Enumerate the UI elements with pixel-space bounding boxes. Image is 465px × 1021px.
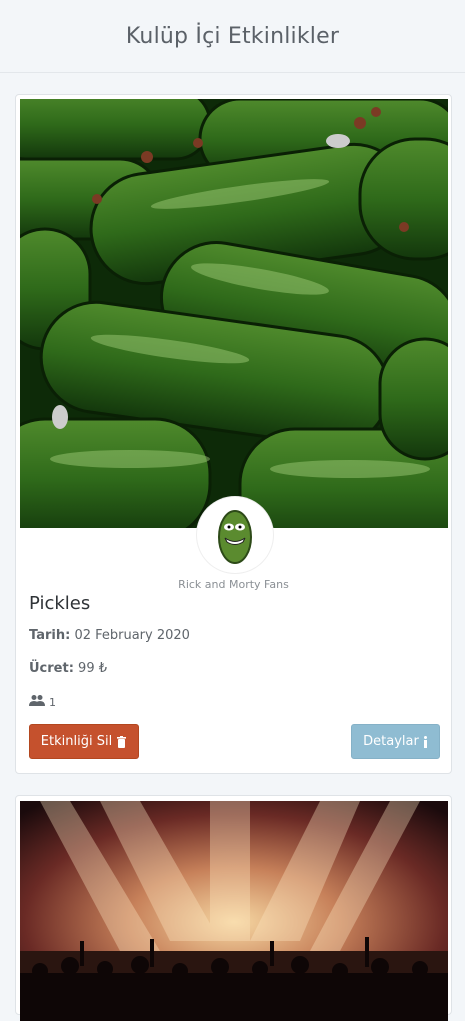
event-photo [20, 99, 448, 528]
info-icon [423, 735, 427, 748]
participant-count: 1 [49, 695, 56, 709]
event-photo [20, 801, 448, 1021]
details-button[interactable]: Detaylar [351, 724, 440, 759]
fee-label: Ücret: [29, 661, 74, 676]
event-card: Rick and Morty Fans Pickles Tarih: 02 Fe… [15, 94, 452, 774]
page-title: Kulüp İçi Etkinlikler [125, 23, 340, 49]
event-fee: Ücret: 99 ₺ [29, 661, 107, 676]
details-label: Detaylar [363, 734, 419, 749]
delete-event-button[interactable]: Etkinliği Sil [29, 724, 139, 759]
delete-label: Etkinliği Sil [40, 734, 113, 749]
users-icon [29, 694, 45, 710]
date-value: 02 February 2020 [74, 628, 190, 643]
event-title: Pickles [29, 593, 91, 614]
participants: 1 [29, 694, 56, 710]
trash-icon [117, 735, 127, 748]
club-name[interactable]: Rick and Morty Fans [16, 578, 451, 591]
event-date: Tarih: 02 February 2020 [29, 628, 190, 643]
page-header: Kulüp İçi Etkinlikler [0, 0, 465, 73]
date-label: Tarih: [29, 628, 71, 643]
fee-value: 99 ₺ [78, 661, 107, 676]
event-card [15, 795, 452, 1021]
club-avatar[interactable] [197, 497, 273, 573]
